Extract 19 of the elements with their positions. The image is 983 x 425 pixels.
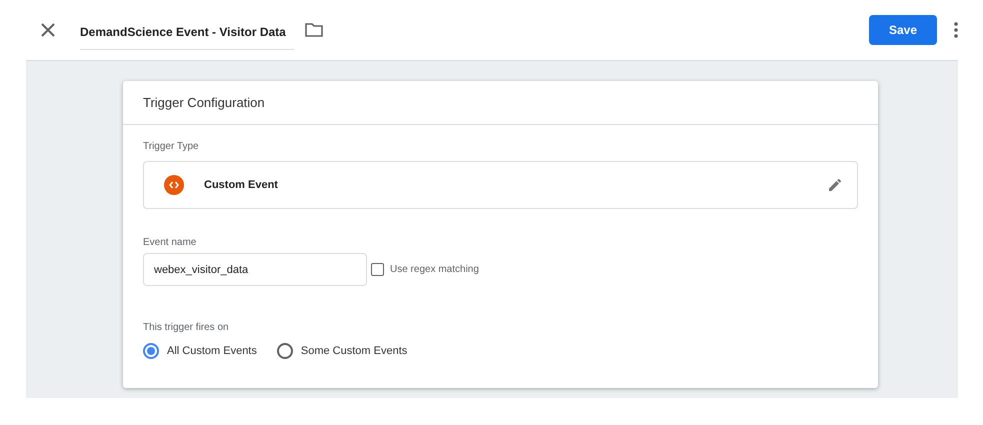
trigger-type-selector[interactable]: Custom Event <box>143 161 858 209</box>
radio-button[interactable] <box>276 343 293 359</box>
card-title: Trigger Configuration <box>123 81 878 125</box>
field-label: Trigger Type <box>143 141 200 152</box>
save-button[interactable]: Save <box>869 15 937 45</box>
regex-checkbox[interactable] <box>371 263 384 276</box>
tag-name-field[interactable]: DemandScience Event - Visitor Data <box>80 18 294 50</box>
event-name-field[interactable]: webex_visitor_data <box>143 253 367 286</box>
pencil-icon[interactable] <box>827 177 843 193</box>
field-label: Event name <box>143 237 198 248</box>
field-label: This trigger fires on <box>143 322 230 333</box>
checkbox-label: Use regex matching <box>390 264 479 275</box>
radio-label: All Custom Events <box>167 345 257 357</box>
radio-label: Some Custom Events <box>300 345 408 357</box>
folder-icon[interactable] <box>304 20 324 40</box>
more-icon[interactable] <box>953 22 959 38</box>
radio-button[interactable] <box>143 343 159 359</box>
code-icon <box>164 175 184 195</box>
trigger-type-name: Custom Event <box>204 179 279 191</box>
